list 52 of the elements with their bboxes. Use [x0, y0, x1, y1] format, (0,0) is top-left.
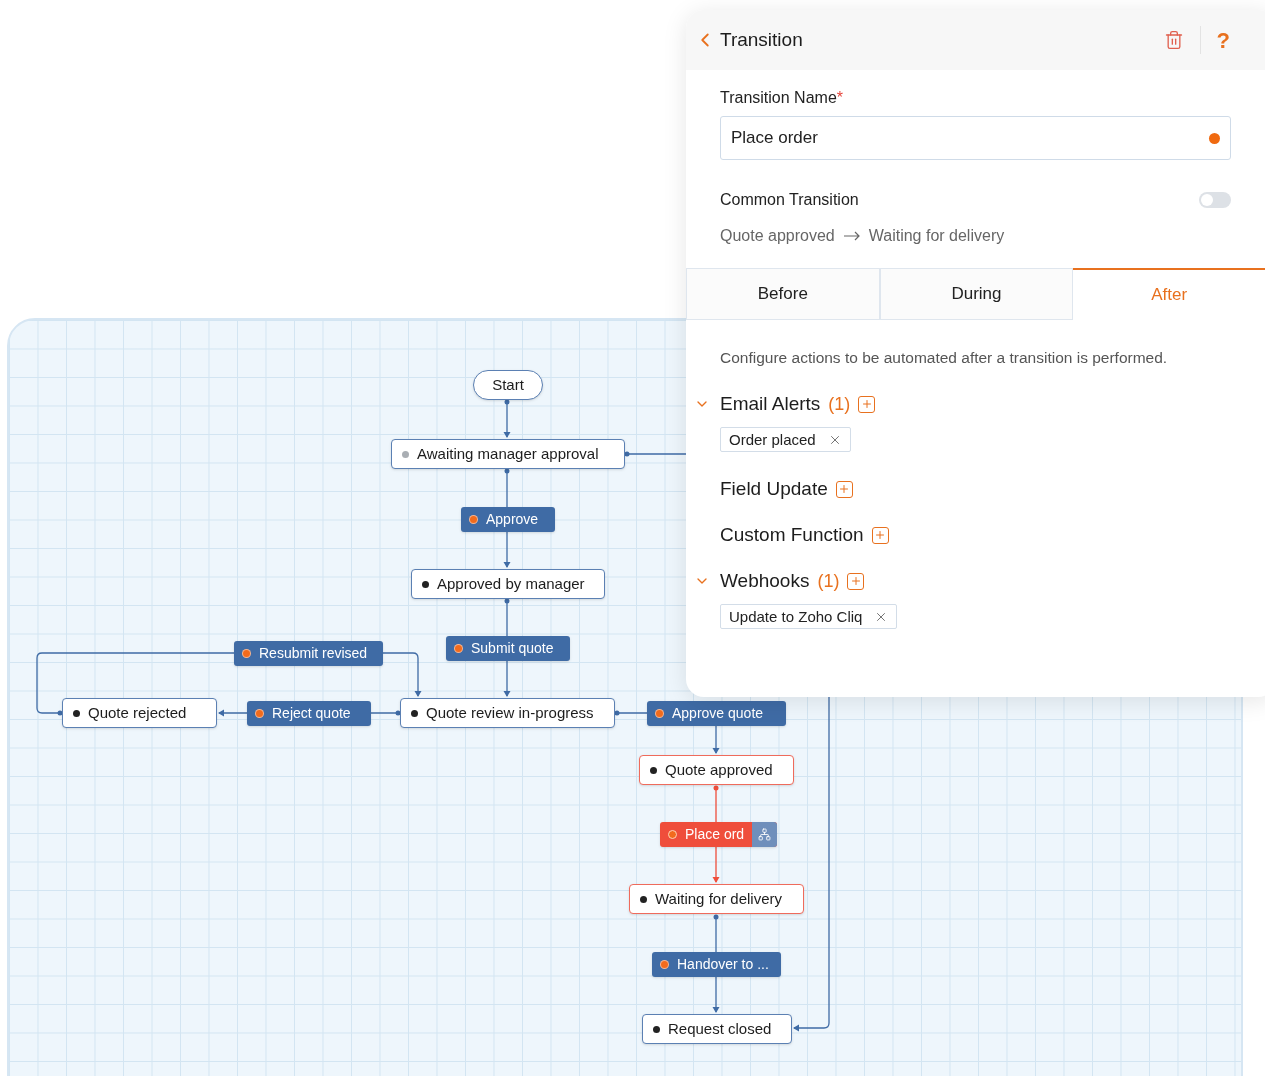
section-title: Email Alerts	[720, 392, 821, 416]
state-label: Quote approved	[665, 759, 773, 780]
state-node[interactable]: Awaiting manager approval	[391, 439, 625, 469]
state-node[interactable]: Quote review in-progress	[400, 698, 615, 728]
tab[interactable]: During	[879, 268, 1074, 320]
state-label: Waiting for delivery	[655, 888, 782, 909]
transition-node[interactable]: Handover to ...	[652, 952, 781, 977]
state-label: Quote review in-progress	[426, 702, 594, 723]
transition-label: Place ord	[685, 825, 745, 844]
action-tag[interactable]: Order placed	[720, 427, 851, 453]
transition-label: Resubmit revised	[259, 644, 368, 663]
transition-name-field[interactable]: Place order	[720, 116, 1231, 160]
transition-node[interactable]: Reject quote	[247, 701, 371, 726]
required-mark: *	[836, 88, 843, 108]
section-count: (1)	[817, 569, 840, 593]
transition-label: Approve	[486, 510, 539, 529]
start-node[interactable]: Start	[473, 370, 543, 400]
section-title: Field Update	[720, 477, 828, 501]
transition-node[interactable]: Submit quote	[446, 636, 570, 661]
section-title: Custom Function	[720, 523, 864, 547]
toggle-label: Common Transition	[720, 190, 859, 210]
transition-label: Handover to ...	[677, 955, 769, 974]
to-state: Waiting for delivery	[868, 226, 1005, 246]
section-count: (1)	[828, 392, 851, 416]
state-node[interactable]: Quote approved	[639, 755, 794, 785]
toggle-switch[interactable]	[1199, 192, 1231, 208]
tab[interactable]: Before	[686, 268, 880, 320]
state-node[interactable]: Waiting for delivery	[629, 884, 804, 914]
section-title: Webhooks	[720, 569, 810, 593]
state-label: Approved by manager	[437, 573, 585, 594]
state-node[interactable]: Request closed	[642, 1014, 792, 1044]
description-text: Configure actions to be automated after a transition is performed.	[720, 348, 1169, 368]
trash-icon[interactable]	[1163, 30, 1184, 50]
field-label: Transition Name	[720, 88, 837, 108]
transition-node[interactable]: Approve quote	[647, 701, 786, 726]
state-label: Quote rejected	[88, 702, 187, 723]
state-label: Awaiting manager approval	[417, 443, 599, 464]
state-node[interactable]: Approved by manager	[411, 569, 605, 599]
state-label: Request closed	[668, 1018, 772, 1039]
action-tag[interactable]: Update to Zoho Cliq	[720, 604, 898, 630]
transition-label: Reject quote	[272, 704, 351, 723]
transition-node[interactable]: Resubmit revised	[234, 641, 383, 666]
transition-node[interactable]: Place ord	[660, 822, 778, 847]
transition-label: Approve quote	[672, 704, 764, 723]
transition-label: Submit quote	[471, 639, 554, 658]
transition-node[interactable]: Approve	[461, 507, 555, 532]
arrow-right-icon	[842, 231, 861, 241]
state-node[interactable]: Quote rejected	[62, 698, 217, 728]
hierarchy-icon[interactable]	[752, 822, 778, 847]
from-state: Quote approved	[720, 226, 835, 246]
panel-title: Transition	[720, 27, 803, 52]
connector-arrow	[503, 399, 511, 438]
